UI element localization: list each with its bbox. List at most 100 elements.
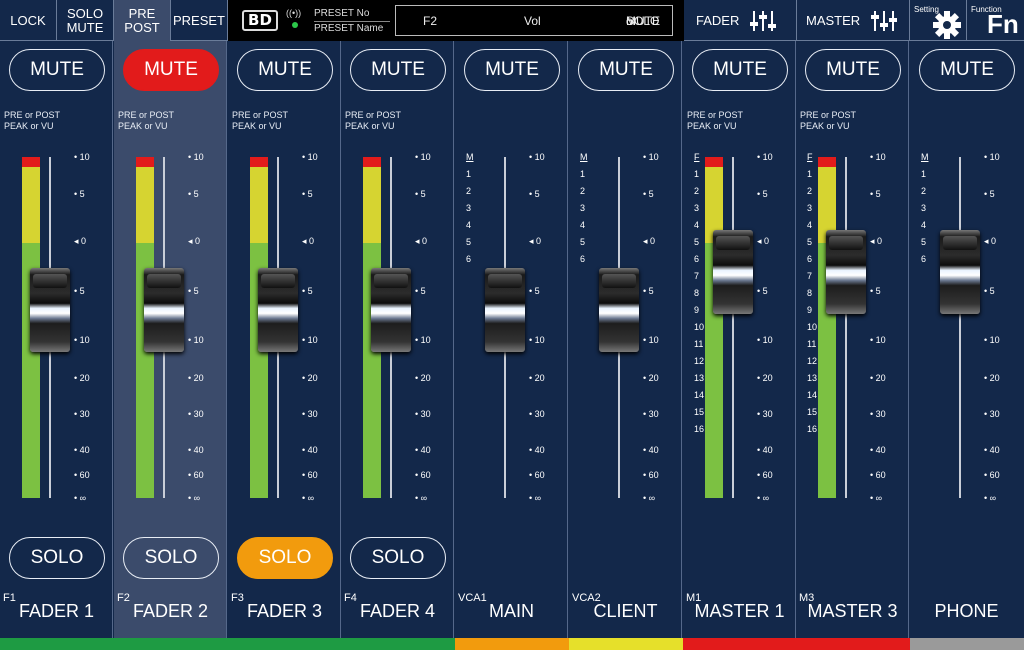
solo-mute-button[interactable]: SOLO MUTE — [57, 0, 114, 41]
assign-tick: F — [807, 152, 813, 162]
fader-knob[interactable] — [713, 230, 753, 314]
preset-button[interactable]: PRESET — [171, 0, 228, 41]
assign-tick: 12 — [807, 356, 818, 366]
channel-strip-master-1[interactable]: MUTE PRE or POST PEAK or VU • 10 • 5 ◂ 0 • 5 •… — [683, 41, 796, 638]
assign-tick: 1 — [921, 169, 927, 179]
db-tick: • 10 — [870, 152, 886, 162]
solo-button[interactable]: SOLO — [123, 537, 219, 579]
db-tick: • 60 — [870, 470, 886, 480]
pre-post-info: PRE or POST PEAK or VU — [118, 110, 175, 131]
solo-button[interactable]: SOLO — [350, 537, 446, 579]
db-tick: • 10 — [74, 152, 90, 162]
channel-strip-phone[interactable]: MUTE • 10 • 5 ◂ 0 • 5 • 10 • 20 • 30 • 40 • 60 • ∞… — [910, 41, 1023, 638]
db-tick: • 20 — [74, 373, 90, 383]
mute-button[interactable]: MUTE — [919, 49, 1015, 91]
assign-tick: 6 — [580, 254, 586, 264]
assign-tick: 7 — [807, 271, 813, 281]
channel-strip-fader-2[interactable]: MUTE PRE or POST PEAK or VU • 10 • 5 ◂ 0 • 5 •… — [114, 41, 227, 638]
fader-knob[interactable] — [144, 268, 184, 352]
pre-post-button[interactable]: PRE POST — [114, 0, 171, 41]
mute-button[interactable]: MUTE — [350, 49, 446, 91]
channel-strip-master-3[interactable]: MUTE PRE or POST PEAK or VU • 10 • 5 ◂ 0 • 5 •… — [796, 41, 909, 638]
db-tick: • 10 — [188, 335, 204, 345]
assign-tick: 1 — [694, 169, 700, 179]
channel-strip-client[interactable]: MUTE • 10 • 5 ◂ 0 • 5 • 10 • 20 • 30 • 40 • 60 • ∞… — [569, 41, 682, 638]
channel-name: FADER 1 — [18, 601, 95, 621]
db-tick: • 20 — [302, 373, 318, 383]
db-tick: • 10 — [529, 335, 545, 345]
db-tick: • 30 — [529, 409, 545, 419]
db-tick: • 30 — [188, 409, 204, 419]
solo-button[interactable]: SOLO — [237, 537, 333, 579]
db-tick: • 5 — [870, 286, 881, 296]
assign-tick: 9 — [807, 305, 813, 315]
fader-knob[interactable] — [371, 268, 411, 352]
fader-knob[interactable] — [826, 230, 866, 314]
mute-button[interactable]: MUTE — [9, 49, 105, 91]
assign-tick: 1 — [807, 169, 813, 179]
connection-status-icon — [292, 22, 298, 28]
mute-button[interactable]: MUTE — [805, 49, 901, 91]
assign-tick: 3 — [466, 203, 472, 213]
db-tick: • 60 — [757, 470, 773, 480]
db-tick: • 5 — [984, 286, 995, 296]
db-tick: • 10 — [984, 335, 1000, 345]
assign-tick: M — [580, 152, 588, 162]
fader-view-button[interactable]: FADER — [684, 0, 797, 41]
assign-tick: 13 — [694, 373, 705, 383]
db-tick: • 40 — [870, 445, 886, 455]
db-tick: • 5 — [529, 286, 540, 296]
db-tick: • 60 — [643, 470, 659, 480]
master-view-button[interactable]: MASTER — [797, 0, 910, 41]
lcd-channel: F2 — [423, 14, 438, 28]
db-tick: • 20 — [870, 373, 886, 383]
db-tick: • 10 — [870, 335, 886, 345]
mute-button[interactable]: MUTE — [237, 49, 333, 91]
assign-tick: 3 — [921, 203, 927, 213]
db-tick: ◂ 0 — [643, 236, 656, 246]
db-tick: • 30 — [984, 409, 1000, 419]
mute-button[interactable]: MUTE — [123, 49, 219, 91]
fader-view-label: FADER — [696, 12, 740, 28]
mute-button[interactable]: MUTE — [692, 49, 788, 91]
db-tick: • 30 — [302, 409, 318, 419]
channel-name: MASTER 1 — [694, 601, 785, 621]
db-tick: • 5 — [415, 189, 426, 199]
db-tick: ◂ 0 — [74, 236, 87, 246]
channel-strip-main[interactable]: MUTE • 10 • 5 ◂ 0 • 5 • 10 • 20 • 30 • 40 • 60 • ∞… — [455, 41, 568, 638]
mute-button[interactable]: MUTE — [464, 49, 560, 91]
db-tick: • 5 — [643, 286, 654, 296]
lcd-solo-mute: SOLO or MUTE — [626, 14, 660, 28]
assign-tick: 10 — [807, 322, 818, 332]
assign-tick: 5 — [807, 237, 813, 247]
fader-knob[interactable] — [485, 268, 525, 352]
db-tick: • 20 — [757, 373, 773, 383]
gear-icon — [933, 11, 961, 39]
assign-tick: 6 — [921, 254, 927, 264]
channel-name: FADER 2 — [132, 601, 209, 621]
pre-post-info: PRE or POST PEAK or VU — [232, 110, 289, 131]
solo-button[interactable]: SOLO — [9, 537, 105, 579]
db-tick: • 10 — [984, 152, 1000, 162]
channel-strip-fader-3[interactable]: MUTE PRE or POST PEAK or VU • 10 • 5 ◂ 0 • 5 •… — [228, 41, 341, 638]
lock-button[interactable]: LOCK — [0, 0, 57, 41]
db-tick: • 10 — [188, 152, 204, 162]
assign-tick: 1 — [466, 169, 472, 179]
db-tick: • 5 — [757, 286, 768, 296]
db-tick: • 10 — [529, 152, 545, 162]
sliders-icon — [871, 10, 898, 31]
assign-tick: 11 — [807, 339, 817, 349]
fn-icon: Fn — [987, 9, 1019, 39]
fader-knob[interactable] — [30, 268, 70, 352]
fader-knob[interactable] — [599, 268, 639, 352]
db-tick: • 5 — [415, 286, 426, 296]
assign-tick: 9 — [694, 305, 700, 315]
fader-knob[interactable] — [258, 268, 298, 352]
function-button[interactable]: Function Fn — [967, 0, 1024, 41]
db-tick: • 20 — [529, 373, 545, 383]
channel-strip-fader-4[interactable]: MUTE PRE or POST PEAK or VU • 10 • 5 ◂ 0 • 5 •… — [341, 41, 454, 638]
mute-button[interactable]: MUTE — [578, 49, 674, 91]
fader-knob[interactable] — [940, 230, 980, 314]
channel-strip-fader-1[interactable]: MUTE PRE or POST PEAK or VU • 10 • 5 ◂ 0 • 5 •… — [0, 41, 113, 638]
settings-button[interactable]: Setting — [910, 0, 967, 41]
